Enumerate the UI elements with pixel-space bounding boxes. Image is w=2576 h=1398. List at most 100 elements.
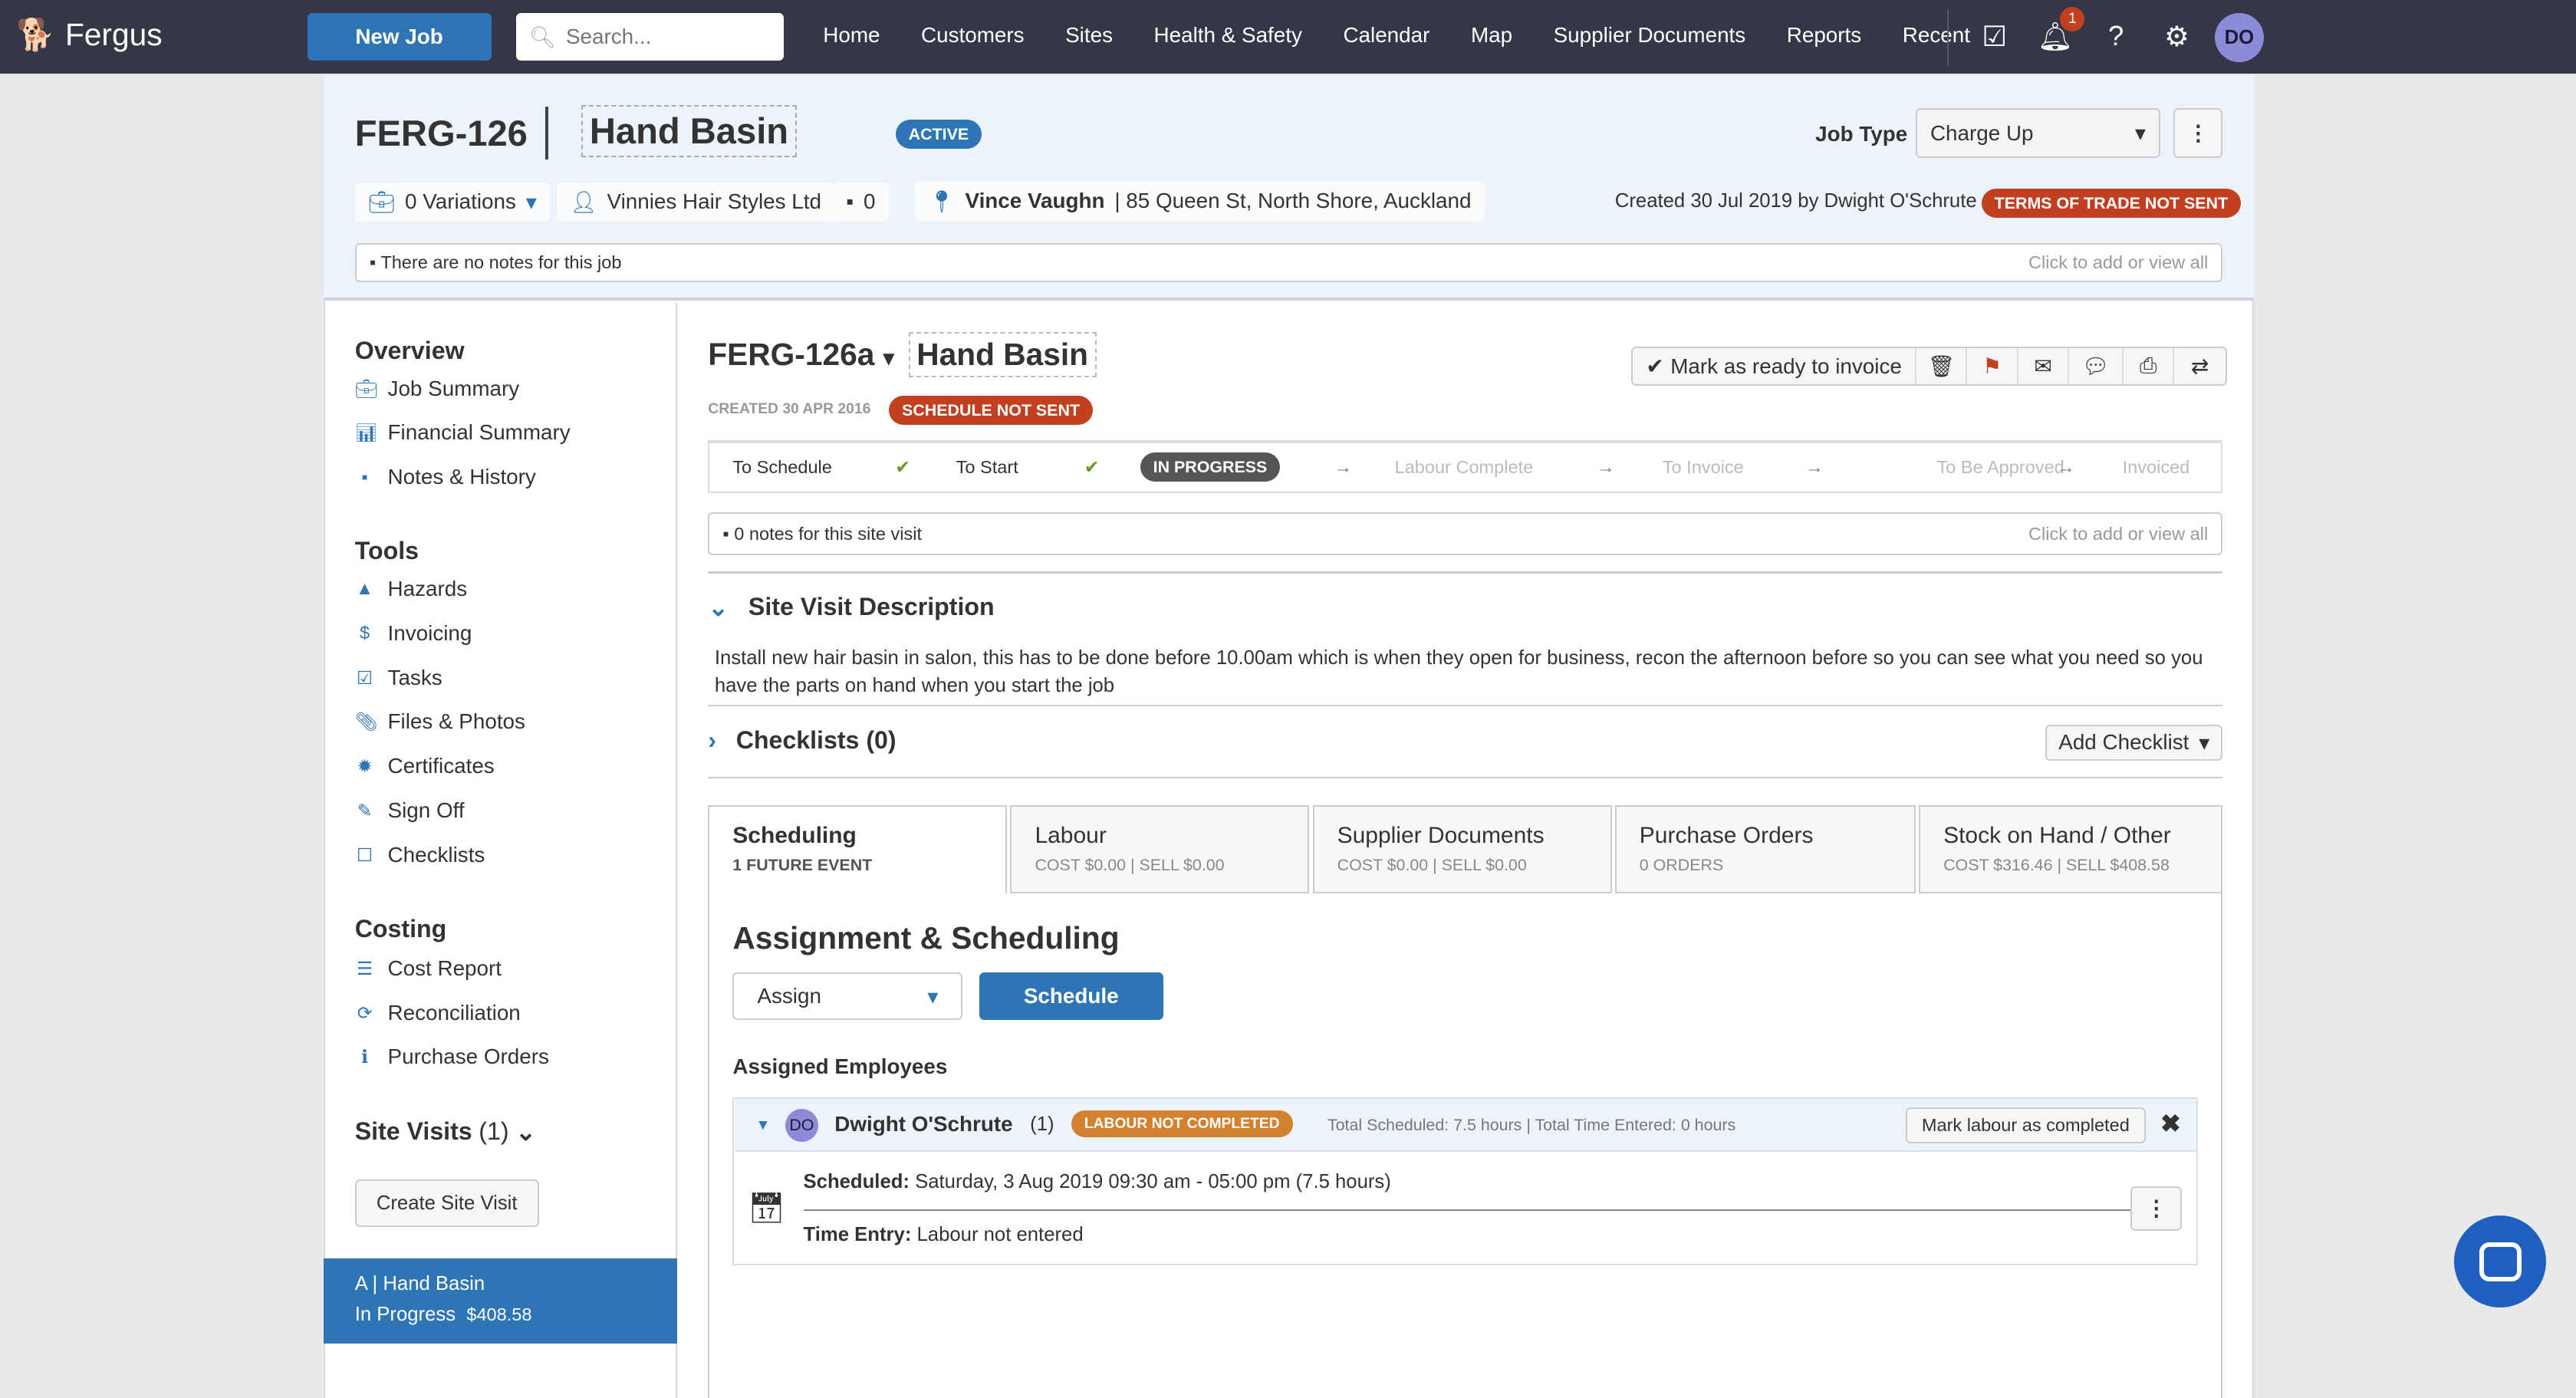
visit-notes-bar[interactable]: ▪ 0 notes for this site visit Click to ad…	[708, 512, 2223, 556]
terms-badge[interactable]: TERMS OF TRADE NOT SENT	[1981, 189, 2242, 219]
sidebar-item-financial-summary[interactable]: 📊︎ Financial Summary	[355, 420, 571, 445]
job-notes-bar[interactable]: ▪ There are no notes for this job Click t…	[354, 243, 2223, 283]
tools-heading: Tools	[354, 537, 419, 565]
sidebar-item-reconciliation[interactable]: ⟳ Reconciliation	[355, 1001, 521, 1025]
caret-down-icon: ▾	[2134, 121, 2146, 145]
sidebar-item-cost-report[interactable]: ☰ Cost Report	[355, 956, 502, 981]
search-input[interactable]	[565, 25, 764, 50]
nav-links: Home Customers Sites Health & Safety Calenda…	[823, 23, 1970, 48]
note-icon: ▪	[846, 189, 854, 214]
search-icon: 🔍︎	[528, 25, 557, 49]
sidebar-item-purchase-orders[interactable]: ℹ Purchase Orders	[355, 1044, 549, 1069]
nav-link[interactable]: Home	[823, 23, 880, 48]
sidebar-item-invoicing[interactable]: $ Invoicing	[355, 621, 472, 646]
trash-icon[interactable]: 🗑︎	[1916, 348, 1968, 385]
logo[interactable]: 🐕 Fergus	[16, 16, 162, 53]
employee-totals: Total Scheduled: 7.5 hours | Total Time …	[1327, 1115, 1736, 1134]
checklists-toggle[interactable]: › Checklists (0)	[708, 726, 896, 755]
tab-scheduling[interactable]: Scheduling 1 FUTURE EVENT	[708, 804, 1008, 894]
scheduled-info[interactable]: Scheduled: Saturday, 3 Aug 2019 09:30 am…	[804, 1171, 1391, 1193]
chat-icon	[2479, 1242, 2522, 1281]
help-icon[interactable]: ?	[2098, 20, 2134, 52]
job-id: FERG-126	[354, 112, 528, 153]
caret-down-icon: ▾	[927, 984, 939, 1008]
tab-labour[interactable]: Labour COST $0.00 | SELL $0.00	[1010, 804, 1310, 894]
more-options-button[interactable]: ⋮	[2173, 108, 2223, 158]
flag-icon[interactable]: ⚑	[1967, 348, 2018, 385]
caret-down-icon[interactable]: ▼	[755, 1117, 770, 1134]
dollar-icon: $	[360, 623, 370, 643]
new-job-button[interactable]: New Job	[307, 13, 492, 61]
description-toggle[interactable]: ⌄ Site Visit Description	[708, 593, 994, 622]
created-info: Created 30 Jul 2019 by Dwight O'Schrute	[1614, 190, 1977, 212]
envelope-icon[interactable]: ✉	[2018, 348, 2070, 385]
sidebar-item-certificates[interactable]: ✹ Certificates	[355, 754, 495, 778]
visit-description: Install new hair basin in salon, this ha…	[714, 646, 2203, 697]
stage: Labour Complete	[1394, 456, 1534, 477]
customer-notes[interactable]: ▪ 0	[833, 182, 889, 222]
sidebar-item-sign-off[interactable]: ✎ Sign Off	[355, 798, 465, 823]
sidebar-item-job-summary[interactable]: 💼︎ Job Summary	[355, 377, 520, 401]
divider	[708, 705, 2223, 707]
employee-name: Dwight O'Schrute	[834, 1112, 1013, 1136]
gear-icon[interactable]: ⚙	[2159, 20, 2195, 53]
nav-link[interactable]: Recent	[1903, 23, 1970, 48]
notification-badge: 1	[2060, 6, 2085, 31]
mark-ready-button[interactable]: ✔ Mark as ready to invoice	[1633, 348, 1916, 385]
mark-labour-completed-button[interactable]: Mark labour as completed	[1905, 1107, 2146, 1143]
sidebar-item-tasks[interactable]: ☑ Tasks	[355, 666, 442, 690]
stage-current: IN PROGRESS	[1140, 452, 1281, 482]
stage: To Be Approved	[1936, 456, 2064, 477]
job-title[interactable]: Hand Basin	[581, 105, 797, 157]
sidebar-item-hazards[interactable]: ▲ Hazards	[355, 577, 467, 601]
arrow-right-icon: →	[1334, 456, 1352, 477]
tasks-check-icon[interactable]: ☑	[1976, 20, 2012, 53]
divider	[708, 777, 2223, 779]
dog-logo-icon: 🐕	[16, 17, 56, 53]
print-icon[interactable]: ⎙	[2124, 348, 2175, 385]
create-site-visit-button[interactable]: Create Site Visit	[354, 1179, 539, 1228]
nav-link[interactable]: Reports	[1787, 23, 1861, 48]
event-options-button[interactable]: ⋮	[2130, 1186, 2182, 1231]
employee-count: (1)	[1030, 1113, 1054, 1136]
calendar-icon: 📅︎	[747, 1192, 785, 1225]
customer-link[interactable]: 👤︎ Vinnies Hair Styles Ltd	[557, 182, 835, 222]
assignment-title: Assignment & Scheduling	[732, 919, 1120, 956]
tab-supplier-documents[interactable]: Supplier Documents COST $0.00 | SELL $0.0…	[1312, 804, 1612, 894]
sidebar-item-notes-history[interactable]: ▪ Notes & History	[355, 465, 535, 489]
sidebar-item-files-photos[interactable]: 📎︎ Files & Photos	[355, 709, 525, 734]
site-visit-item[interactable]: A | Hand Basin In Progress $408.58	[324, 1258, 677, 1344]
nav-link[interactable]: Customers	[921, 23, 1025, 48]
tab-purchase-orders[interactable]: Purchase Orders 0 ORDERS	[1614, 804, 1916, 894]
assign-select[interactable]: Assign ▾	[732, 972, 963, 1021]
site-visits-toggle[interactable]: Site Visits (1) ⌄	[355, 1117, 536, 1146]
remove-icon[interactable]: ✖	[2160, 1109, 2181, 1138]
employee-avatar: DO	[785, 1108, 818, 1142]
schedule-button[interactable]: Schedule	[979, 972, 1163, 1021]
chevron-down-icon: ⌄	[515, 1117, 536, 1146]
check-icon: ✔	[1084, 457, 1100, 478]
add-checklist-dropdown[interactable]: Add Checklist ▾	[2045, 724, 2223, 761]
square-icon: ☐	[356, 844, 373, 865]
user-avatar[interactable]: DO	[2214, 13, 2264, 63]
tab-stock-on-hand-other[interactable]: Stock on Hand / Other COST $316.46 | SELL…	[1919, 804, 2223, 894]
nav-divider	[1946, 9, 1949, 66]
nav-link[interactable]: Calendar	[1343, 23, 1429, 48]
site-link[interactable]: 📍︎ Vince Vaughn | 85 Queen St, North Shore…	[915, 180, 1485, 222]
chat-launcher-button[interactable]	[2454, 1215, 2547, 1308]
pencil-icon: ✎	[357, 801, 373, 821]
refresh-icon: ⟳	[357, 1002, 373, 1023]
visit-created: CREATED 30 APR 2016	[708, 400, 871, 417]
nav-link[interactable]: Supplier Documents	[1554, 23, 1746, 48]
transfer-icon[interactable]: ⇄	[2174, 348, 2225, 384]
visit-id-dropdown[interactable]: FERG-126a ▾	[708, 337, 893, 373]
search-box[interactable]: 🔍︎	[515, 13, 784, 61]
job-type-select[interactable]: Charge Up ▾	[1915, 108, 2161, 158]
sidebar-item-checklists[interactable]: ☐ Checklists	[355, 843, 485, 867]
visit-title[interactable]: Hand Basin	[908, 331, 1097, 378]
variations-dropdown[interactable]: 💼︎ 0 Variations ▾	[354, 182, 550, 222]
nav-link[interactable]: Map	[1471, 23, 1512, 48]
nav-link[interactable]: Health & Safety	[1154, 23, 1302, 48]
comments-icon[interactable]: 💬︎	[2069, 348, 2124, 385]
nav-link[interactable]: Sites	[1065, 23, 1113, 48]
